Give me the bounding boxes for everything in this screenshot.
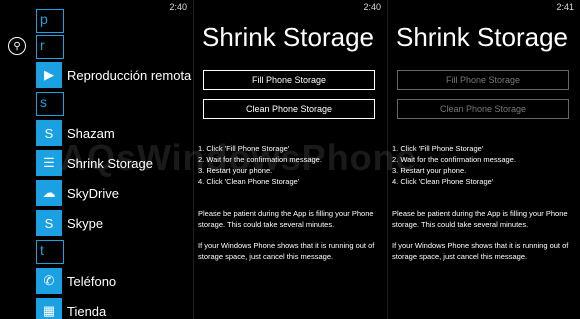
letter-tile-t[interactable]: t: [36, 240, 64, 264]
app-label: Teléfono: [67, 273, 117, 289]
letter-tile-s[interactable]: s: [36, 92, 64, 116]
letter-tile-r[interactable]: r: [36, 35, 64, 59]
app-label: Skype: [67, 215, 104, 231]
status-time: 2:41: [556, 2, 574, 12]
shazam-icon: S: [36, 120, 62, 146]
instruction-step: 2. Wait for the confirmation message.: [198, 155, 322, 164]
phone-icon: ✆: [36, 268, 62, 294]
instruction-step: 1. Click 'Fill Phone Storage': [198, 144, 290, 153]
app-item-phone[interactable]: ✆ Teléfono: [36, 268, 116, 294]
letter-tile-p[interactable]: p: [36, 9, 64, 33]
app-label: Shazam: [67, 125, 115, 141]
skype-icon: S: [36, 210, 62, 236]
instructions-list: 1. Click 'Fill Phone Storage' 2. Wait fo…: [392, 143, 516, 187]
fill-storage-button[interactable]: Fill Phone Storage: [203, 70, 375, 90]
cancel-note-text: If your Windows Phone shows that it is r…: [198, 241, 375, 261]
patience-text: Please be patient during the App is fill…: [392, 209, 568, 229]
app-label: Reproducción remota: [67, 67, 192, 83]
status-time: 2:40: [363, 2, 381, 12]
app-label: SkyDrive: [67, 185, 120, 201]
instruction-step: 4. Click 'Clean Phone Storage': [198, 177, 300, 186]
app-list-screen: 2:40 ⚲ p r ▶ Reproducción remota s S Sha…: [0, 0, 193, 319]
storage-icon: ☰: [36, 150, 62, 176]
cloud-icon: ☁: [36, 180, 62, 206]
app-item-shazam[interactable]: S Shazam: [36, 120, 115, 146]
instructions-list: 1. Click 'Fill Phone Storage' 2. Wait fo…: [198, 143, 322, 187]
page-title: Shrink Storage: [202, 22, 374, 52]
status-time: 2:40: [169, 2, 187, 12]
clean-storage-button[interactable]: Clean Phone Storage: [203, 99, 375, 119]
shrink-storage-screen: 2:40 Shrink Storage Fill Phone Storage C…: [194, 0, 387, 319]
instruction-step: 3. Restart your phone.: [198, 166, 273, 175]
instruction-step: 4. Click 'Clean Phone Storage': [392, 177, 494, 186]
clean-storage-button: Clean Phone Storage: [397, 99, 569, 119]
instruction-step: 1. Click 'Fill Phone Storage': [392, 144, 484, 153]
page-title: Shrink Storage: [396, 22, 568, 52]
shrink-storage-screen-busy: 2:41 Shrink Storage Fill Phone Storage C…: [388, 0, 580, 319]
instruction-step: 3. Restart your phone.: [392, 166, 467, 175]
cancel-note-text: If your Windows Phone shows that it is r…: [392, 241, 569, 261]
app-item-skydrive[interactable]: ☁ SkyDrive: [36, 180, 119, 206]
search-icon[interactable]: ⚲: [8, 37, 26, 55]
app-label: Shrink Storage: [67, 155, 153, 171]
instruction-step: 2. Wait for the confirmation message.: [392, 155, 516, 164]
patience-text: Please be patient during the App is fill…: [198, 209, 374, 229]
app-item-skype[interactable]: S Skype: [36, 210, 103, 236]
app-item-remote-play[interactable]: ▶ Reproducción remota: [36, 62, 191, 88]
fill-storage-button: Fill Phone Storage: [397, 70, 569, 90]
app-label: Tienda: [67, 303, 107, 319]
app-item-store[interactable]: ▦ Tienda: [36, 298, 106, 319]
store-icon: ▦: [36, 298, 62, 319]
play-icon: ▶: [36, 62, 62, 88]
app-item-shrink-storage[interactable]: ☰ Shrink Storage: [36, 150, 153, 176]
